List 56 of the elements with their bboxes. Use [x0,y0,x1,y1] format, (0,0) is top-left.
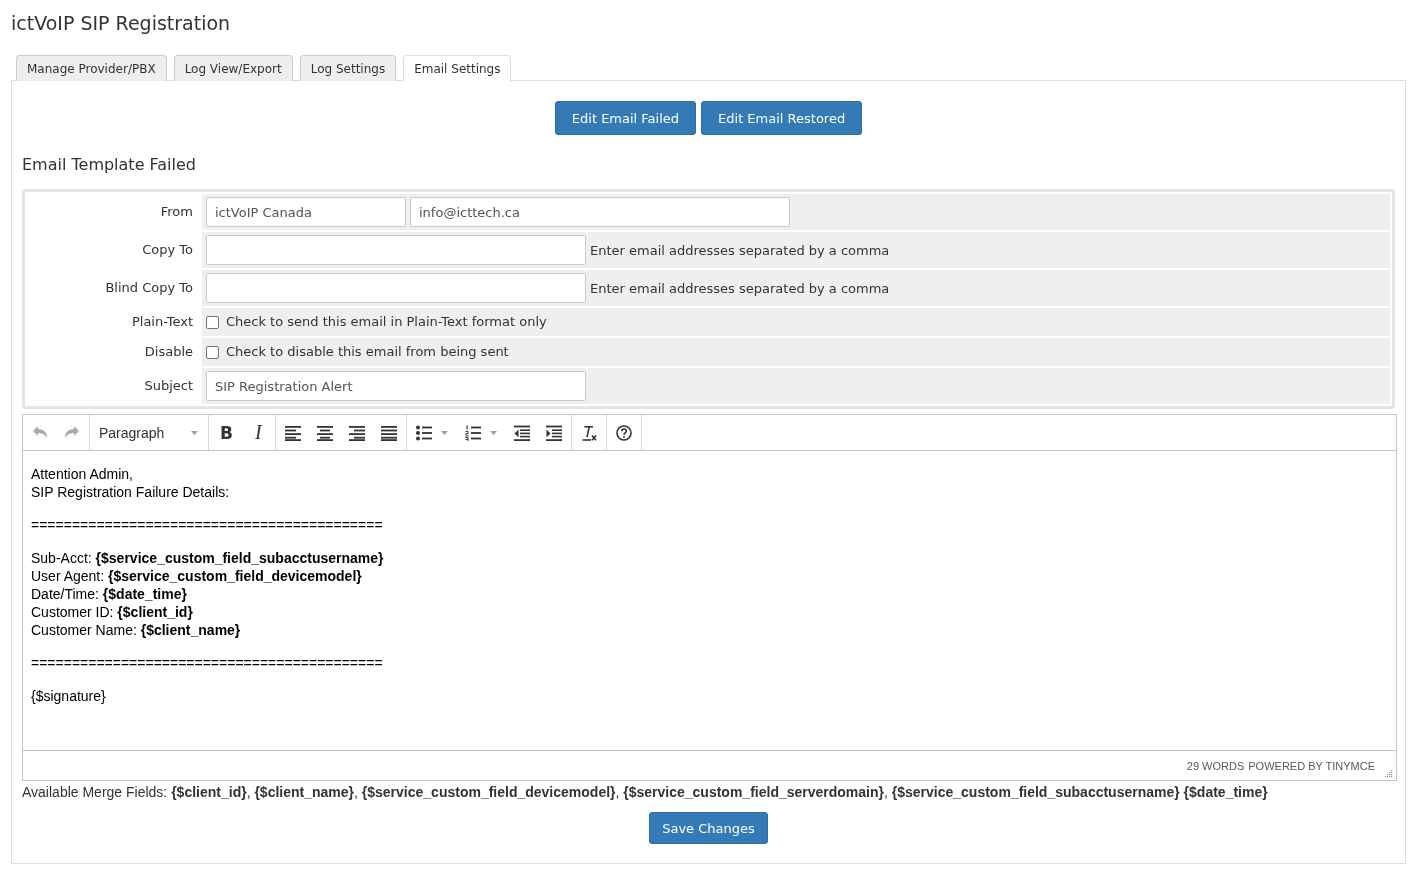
editor-text-line: Customer ID: {$client_id} [31,603,194,621]
field-label: Blind Copy To [105,279,193,297]
caret-icon [490,430,498,435]
tab[interactable]: Log Settings [299,55,397,81]
field-hint: Enter email addresses separated by a comma [590,242,890,258]
merge-fields-text: Available Merge Fields: {$client_id}, {$client_name}, {$service_custom_field_devicemodel}, {$service_custom_field_serverdomain}, {$service_custom_field_subacctusername} {$date_time} [22,783,1269,802]
bold-button[interactable]: B [210,416,243,449]
tab[interactable]: Manage Provider/PBX [16,55,167,81]
numbered-list-icon [465,424,482,441]
justify-icon [381,424,398,441]
editor-text-line: {$signature} [31,687,107,705]
editor-text-line: =========================================== [31,654,384,672]
field-label: Copy To [142,241,193,259]
field-label: From [160,203,193,221]
checkbox-label[interactable]: Check to disable this email from being sent [226,343,509,361]
field-label: Disable [144,343,193,361]
section-heading: Email Template Failed [22,154,197,176]
caret-icon [191,430,199,435]
edit-template-button[interactable]: Edit Email Restored [701,101,863,135]
save-changes-button[interactable]: Save Changes [649,812,768,844]
checkbox[interactable] [206,315,219,329]
indent-icon [546,424,563,441]
email-list-input[interactable] [206,273,586,303]
outdent-icon [514,424,531,441]
tab[interactable]: Log View/Export [173,55,293,81]
sender-email-input[interactable]: info@icttech.ca [410,197,790,227]
powered-by-link[interactable]: POWERED BY TINYMCE [1248,759,1375,772]
editor-text-line: User Agent: {$service_custom_field_devicemodel} [31,567,363,585]
edit-template-button[interactable]: Edit Email Failed [554,101,697,135]
bulleted-list-icon [416,424,433,441]
word-count-text: 29 WORDS [1186,759,1245,772]
caret-icon [441,430,449,435]
page-title: ictVoIP SIP Registration [11,11,232,36]
format-dropdown[interactable]: Paragraph [91,416,208,449]
align-center-icon [317,424,334,441]
resize-handle-icon[interactable] [1385,770,1393,778]
email-list-input[interactable] [206,235,586,265]
help-icon [616,424,633,441]
tab[interactable]: Email Settings [403,55,512,81]
align-right-icon [349,424,366,441]
clear-formatting-icon [581,424,598,441]
subject-input[interactable]: SIP Registration Alert [206,371,586,401]
editor-text-line: =========================================== [31,516,384,534]
sender-name-input[interactable]: ictVoIP Canada [206,197,406,227]
field-label: Subject [144,377,193,395]
italic-button[interactable]: I [242,416,275,449]
align-left-icon [285,424,302,441]
checkbox-label[interactable]: Check to send this email in Plain-Text format only [226,313,547,331]
editor-text-line: Customer Name: {$client_name} [31,621,242,639]
checkbox[interactable] [206,345,219,359]
editor-text-line: Sub-Acct: {$service_custom_field_subacctusername} [31,549,385,567]
editor-text-line: Attention Admin, [31,465,134,483]
editor-text-line: Date/Time: {$date_time} [31,585,188,603]
field-hint: Enter email addresses separated by a comma [590,280,890,296]
editor-text-line: SIP Registration Failure Details: [31,483,231,501]
field-label: Plain-Text [131,313,193,331]
